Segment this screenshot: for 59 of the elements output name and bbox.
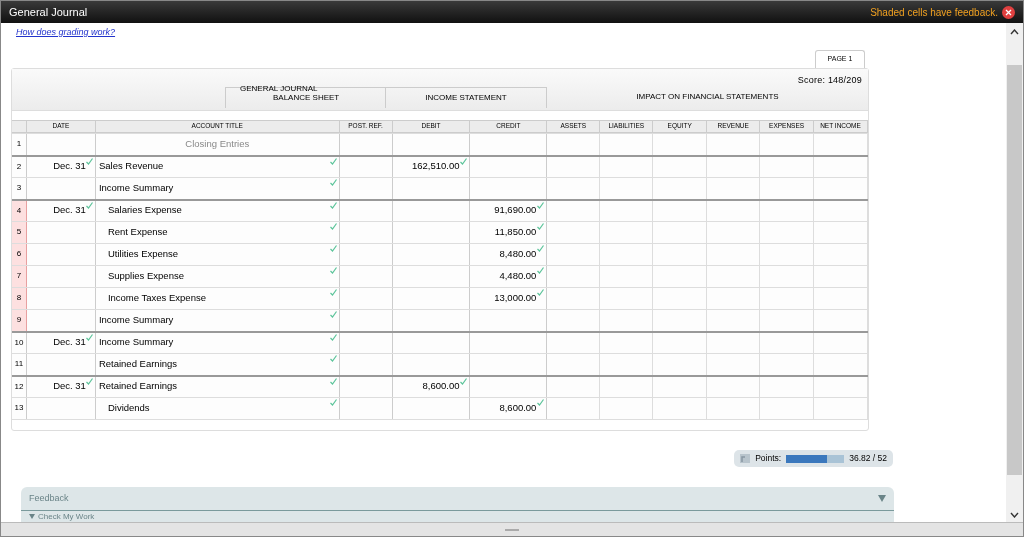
row-number: 10 [12, 332, 27, 353]
points-bar [786, 454, 845, 463]
row-number: 2 [12, 156, 27, 177]
credit-cell[interactable]: 4,480.00 [470, 265, 548, 287]
credit-cell[interactable]: 91,690.00 [470, 200, 548, 221]
close-icon [1005, 8, 1012, 16]
account-cell[interactable]: Utilities Expense [95, 243, 340, 265]
account-cell[interactable]: Retained Earnings [95, 353, 340, 375]
caret-icon [878, 495, 886, 502]
account-cell[interactable]: Income Summary [95, 309, 340, 331]
close-button[interactable] [1002, 5, 1015, 19]
row-number: 11 [12, 353, 27, 375]
credit-cell[interactable]: 8,600.00 [470, 397, 548, 419]
help-link[interactable]: How does grading work? [16, 26, 116, 40]
row-number: 3 [12, 177, 27, 199]
row-number: 5 [12, 221, 27, 243]
group-header-label: BALANCE SHEET [273, 92, 340, 102]
debit-cell[interactable]: 8,600.00 [392, 376, 471, 397]
row-number: 4 [12, 200, 27, 221]
account-cell[interactable]: Retained Earnings [95, 376, 340, 397]
window-title: General Journal [9, 4, 89, 20]
date-cell[interactable]: Dec. 31 [27, 200, 96, 221]
scrollbar[interactable] [1006, 23, 1023, 522]
feedback-title: Feedback [29, 491, 70, 505]
scroll-thumb[interactable] [1007, 65, 1022, 475]
chart-icon [740, 454, 751, 463]
account-cell[interactable]: Sales Revenue [95, 156, 340, 177]
row-number: 12 [12, 376, 27, 397]
credit-cell[interactable]: 8,480.00 [470, 243, 548, 265]
account-cell[interactable]: Salaries Expense [95, 200, 340, 221]
score-text: Score: 148/209 [797, 73, 862, 87]
row-number: 1 [12, 133, 27, 155]
debit-cell[interactable]: 162,510.00 [392, 156, 471, 177]
date-cell[interactable]: Dec. 31 [27, 332, 96, 353]
group-header-label: GENERAL JOURNAL [240, 83, 318, 93]
account-cell[interactable]: Income Summary [95, 177, 340, 199]
row-number: 13 [12, 397, 27, 419]
credit-cell[interactable]: 11,850.00 [470, 221, 548, 243]
account-cell[interactable]: Income Taxes Expense [95, 287, 340, 309]
row-number: 6 [12, 243, 27, 265]
points-label: Points: [755, 452, 782, 465]
account-cell[interactable]: Rent Expense [95, 221, 340, 243]
credit-cell[interactable]: 13,000.00 [470, 287, 548, 309]
points-reading: 36.82 / 52 [849, 452, 887, 465]
date-cell[interactable]: Dec. 31 [27, 376, 96, 397]
scroll-up-icon[interactable] [1010, 29, 1019, 35]
account-cell[interactable]: Dividends [95, 397, 340, 419]
feedback-notice: Shaded cells have feedback. [870, 5, 998, 20]
scroll-down-icon[interactable] [1010, 512, 1019, 518]
row-number: 8 [12, 287, 27, 309]
account-cell[interactable]: Closing Entries [95, 133, 340, 155]
row-number: 9 [12, 309, 27, 331]
account-cell[interactable]: Income Summary [95, 332, 340, 353]
caret-icon [29, 514, 35, 519]
account-cell[interactable]: Supplies Expense [95, 265, 340, 287]
row-number: 7 [12, 265, 27, 287]
group-header: INCOME STATEMENT [386, 86, 547, 108]
date-cell[interactable]: Dec. 31 [27, 156, 96, 177]
group-header: IMPACT ON FINANCIAL STATEMENTS [635, 91, 780, 103]
